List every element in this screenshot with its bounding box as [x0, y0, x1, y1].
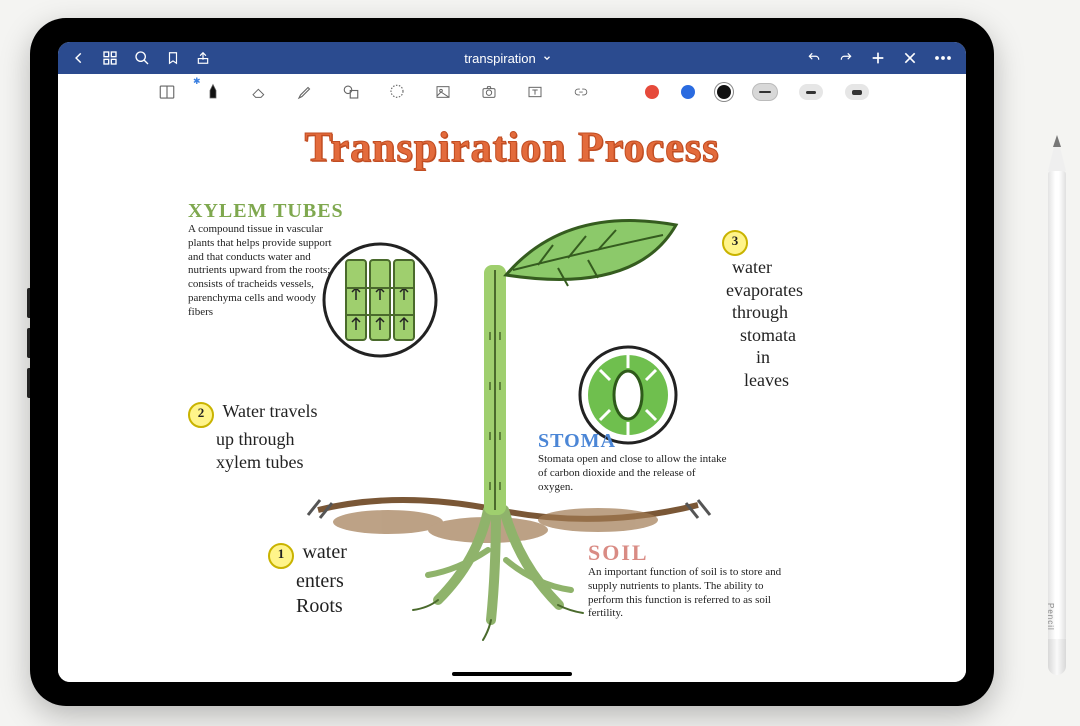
apple-pencil: Pencil	[1048, 135, 1066, 675]
lasso-tool[interactable]	[385, 80, 409, 104]
soil-heading: SOIL	[588, 540, 838, 566]
soil-section: SOIL An important function of soil is to…	[588, 540, 838, 621]
color-red[interactable]	[645, 85, 659, 99]
bookmark-button[interactable]	[166, 50, 180, 66]
stroke-width-medium[interactable]	[799, 84, 823, 100]
camera-tool[interactable]	[477, 80, 501, 104]
xylem-heading: XYLEM TUBES	[188, 200, 388, 223]
redo-button[interactable]	[838, 51, 854, 65]
xylem-section: XYLEM TUBES A compound tissue in vascula…	[188, 200, 388, 319]
stoma-section: STOMA Stomata open and close to allow th…	[538, 430, 768, 494]
stoma-heading: STOMA	[538, 430, 768, 453]
eraser-tool[interactable]	[247, 80, 271, 104]
share-button[interactable]	[196, 50, 210, 66]
chevron-down-icon	[542, 53, 552, 63]
read-mode-tool[interactable]	[155, 80, 179, 104]
ipad-frame: transpiration	[30, 18, 994, 706]
link-tool[interactable]	[569, 80, 593, 104]
stroke-width-thick[interactable]	[845, 84, 869, 100]
add-button[interactable]	[870, 50, 886, 66]
step-2-number: 2	[188, 402, 214, 428]
screen: transpiration	[58, 42, 966, 682]
image-tool[interactable]	[431, 80, 455, 104]
step-2: 2 Water travels up through xylem tubes	[188, 400, 408, 473]
drawing-toolbar: ✱	[58, 74, 966, 111]
step-1: 1 water enters Roots	[268, 540, 428, 619]
close-button[interactable]	[902, 50, 918, 66]
back-button[interactable]	[72, 51, 86, 65]
stroke-width-thin[interactable]	[753, 84, 777, 100]
stoma-body: Stomata open and close to allow the inta…	[538, 453, 728, 494]
text-tool[interactable]	[523, 80, 547, 104]
soil-body: An important function of soil is to stor…	[588, 566, 798, 621]
step-3-number: 3	[722, 230, 748, 256]
shapes-tool[interactable]	[339, 80, 363, 104]
grid-view-button[interactable]	[102, 50, 118, 66]
search-button[interactable]	[134, 50, 150, 66]
pencil-brand-label: Pencil	[1046, 603, 1055, 631]
xylem-body: A compound tissue in vascular plants tha…	[188, 223, 338, 319]
document-title-dropdown[interactable]: transpiration	[224, 51, 792, 66]
undo-button[interactable]	[806, 51, 822, 65]
document-title: transpiration	[464, 51, 536, 66]
highlighter-tool[interactable]	[293, 80, 317, 104]
color-black[interactable]	[717, 85, 731, 99]
step-1-number: 1	[268, 543, 294, 569]
step-3: 3 water evaporates through stomata in le…	[722, 230, 872, 391]
more-button[interactable]	[934, 55, 952, 61]
color-blue[interactable]	[681, 85, 695, 99]
hardware-side-buttons	[27, 288, 30, 408]
app-titlebar: transpiration	[58, 42, 966, 74]
pen-tool[interactable]: ✱	[201, 80, 225, 104]
note-canvas[interactable]: Transpiration Process	[58, 110, 966, 682]
home-indicator[interactable]	[452, 672, 572, 676]
